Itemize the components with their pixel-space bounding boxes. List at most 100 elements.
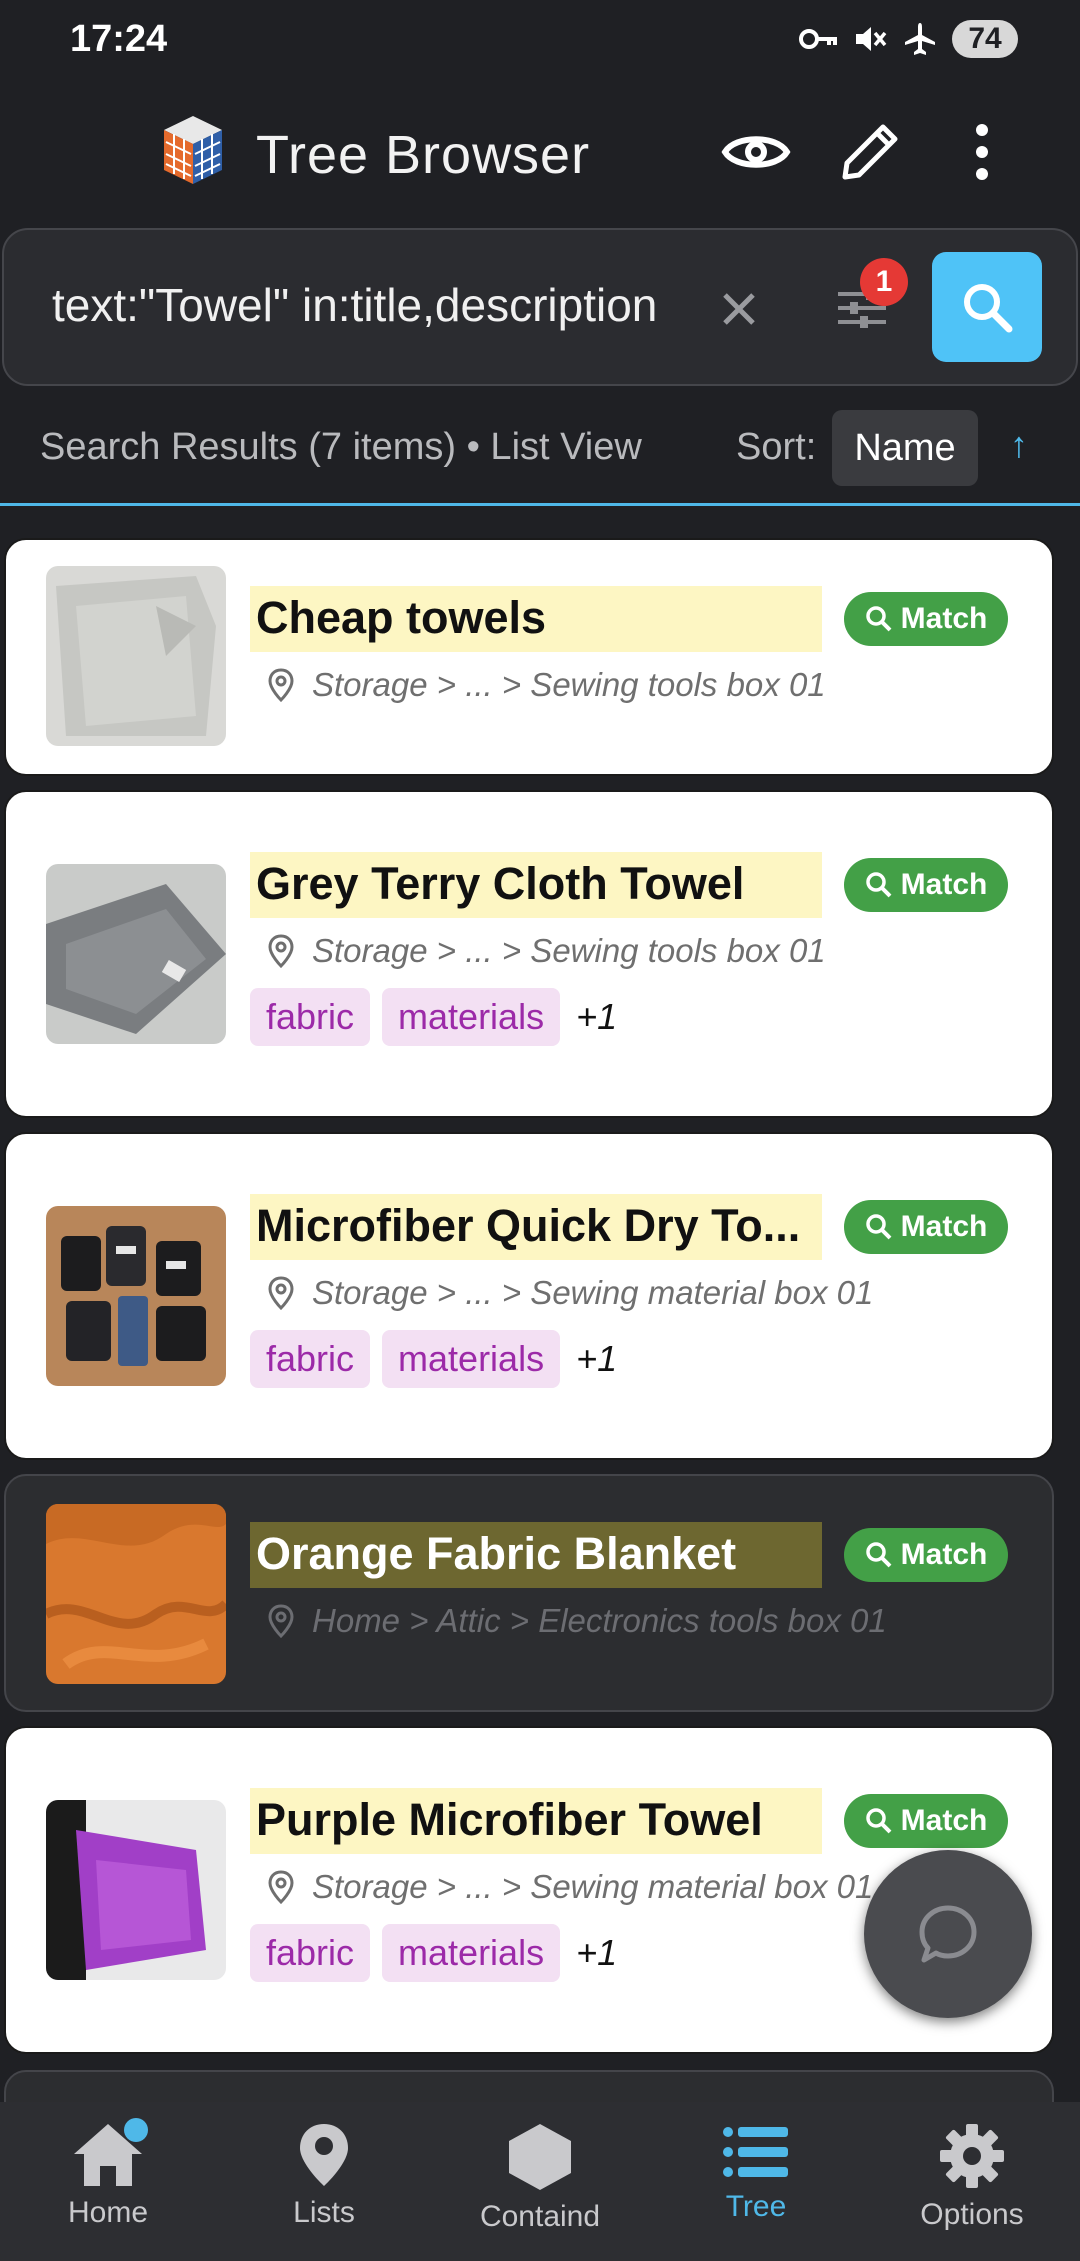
item-path: Home > Attic > Electronics tools box 01 (268, 1602, 887, 1640)
nav-options[interactable]: Options (864, 2102, 1080, 2261)
airplane-mode-icon (905, 23, 935, 55)
result-card[interactable]: Cheap towels Match Storage > ... > Sewin… (4, 538, 1054, 776)
view-button[interactable] (720, 116, 792, 188)
item-title: Cheap towels (250, 586, 822, 652)
location-pin-icon (300, 2124, 348, 2186)
tag-list: fabric materials +1 (250, 1924, 617, 1982)
pencil-icon (842, 124, 898, 180)
item-title: Orange Fabric Blanket (250, 1522, 822, 1588)
nav-label: Options (920, 2198, 1024, 2231)
nav-contained[interactable]: Containd (432, 2102, 648, 2261)
nav-lists[interactable]: Lists (216, 2102, 432, 2261)
location-pin-icon (268, 1276, 294, 1310)
app-title: Tree Browser (256, 125, 591, 185)
match-label: Match (900, 1804, 988, 1837)
match-badge: Match (844, 1794, 1008, 1848)
item-title: Purple Microfiber Towel (250, 1788, 822, 1854)
tag-chip[interactable]: fabric (250, 988, 371, 1046)
match-badge: Match (844, 1200, 1008, 1254)
sort-direction-button[interactable]: ↑ (1010, 424, 1028, 466)
search-icon (865, 1214, 892, 1240)
item-path: Storage > ... > Sewing material box 01 (268, 1274, 873, 1312)
location-pin-icon (268, 1604, 294, 1638)
status-bar: 17:24 74 (0, 0, 1080, 80)
clear-search-button[interactable] (704, 274, 774, 344)
more-vert-icon (976, 124, 988, 180)
nav-label: Tree (725, 2190, 787, 2223)
nav-home[interactable]: Home (0, 2102, 216, 2261)
item-path-text: Storage > ... > Sewing tools box 01 (312, 666, 826, 703)
more-tags-count: +1 (576, 996, 618, 1037)
chat-button[interactable] (864, 1850, 1032, 2018)
battery-indicator: 74 (952, 20, 1018, 58)
list-icon (723, 2127, 788, 2177)
nav-label: Lists (293, 2196, 355, 2229)
filter-count-badge: 1 (860, 258, 908, 306)
tag-chip[interactable]: materials (382, 1924, 561, 1982)
item-path-text: Storage > ... > Sewing material box 01 (312, 1274, 874, 1311)
results-summary: Search Results (7 items) • List View (40, 426, 642, 468)
app-header: Tree Browser (0, 80, 1080, 220)
match-label: Match (900, 602, 988, 635)
item-thumbnail (46, 566, 226, 746)
more-tags-count: +1 (576, 1338, 618, 1379)
nav-label: Home (67, 2196, 149, 2229)
item-thumbnail (46, 1504, 226, 1684)
location-pin-icon (268, 668, 294, 702)
search-query: text:"Towel" in:title,description (52, 279, 658, 331)
more-options-button[interactable] (946, 116, 1018, 188)
result-card[interactable]: Orange Fabric Blanket Match Home > Attic… (4, 1474, 1054, 1712)
item-path: Storage > ... > Sewing material box 01 (268, 1868, 873, 1906)
result-card[interactable]: Grey Terry Cloth Towel Match Storage > .… (4, 790, 1054, 1118)
location-pin-icon (268, 934, 294, 968)
match-badge: Match (844, 858, 1008, 912)
item-thumbnail (46, 864, 226, 1044)
status-icons: 74 (798, 20, 1018, 58)
status-time: 17:24 (70, 18, 168, 60)
tag-chip[interactable]: fabric (250, 1924, 371, 1982)
close-icon (723, 293, 755, 325)
sort-label: Sort: (736, 426, 817, 468)
search-icon (964, 284, 1013, 333)
item-path: Storage > ... > Sewing tools box 01 (268, 932, 826, 970)
result-card[interactable]: Microfiber Quick Dry To... Match Storage… (4, 1132, 1054, 1460)
item-path-text: Storage > ... > Sewing tools box 01 (312, 932, 826, 969)
tag-chip[interactable]: materials (382, 1330, 561, 1388)
edit-button[interactable] (834, 116, 906, 188)
tag-list: fabric materials +1 (250, 988, 617, 1046)
match-label: Match (900, 1538, 988, 1571)
hexagon-icon (509, 2124, 571, 2190)
sort-field-button[interactable]: Name (832, 410, 978, 486)
match-label: Match (900, 1210, 988, 1243)
bottom-nav: Home Lists Containd Tree Options (0, 2102, 1080, 2261)
notification-dot (124, 2118, 148, 2142)
app-logo-icon (164, 116, 222, 184)
vpn-key-icon (799, 29, 837, 49)
search-input[interactable]: text:"Towel" in:title,description (52, 278, 672, 338)
item-title: Grey Terry Cloth Towel (250, 852, 822, 918)
nav-tree[interactable]: Tree (648, 2102, 864, 2261)
search-bar: text:"Towel" in:title,description 1 (2, 228, 1078, 386)
item-path: Storage > ... > Sewing tools box 01 (268, 666, 826, 704)
item-thumbnail (46, 1206, 226, 1386)
chat-bubble-icon (919, 1905, 977, 1963)
results-header: Search Results (7 items) • List View Sor… (0, 396, 1080, 506)
tag-chip[interactable]: fabric (250, 1330, 371, 1388)
search-icon (865, 872, 892, 898)
eye-icon (721, 136, 791, 168)
item-path-text: Storage > ... > Sewing material box 01 (312, 1868, 874, 1905)
search-button[interactable] (932, 252, 1042, 362)
tag-chip[interactable]: materials (382, 988, 561, 1046)
more-tags-count: +1 (576, 1932, 618, 1973)
search-icon (865, 1542, 892, 1568)
item-path-text: Home > Attic > Electronics tools box 01 (312, 1602, 887, 1639)
search-icon (865, 606, 892, 632)
gear-icon (940, 2124, 1004, 2188)
item-thumbnail (46, 1800, 226, 1980)
match-badge: Match (844, 592, 1008, 646)
nav-label: Containd (479, 2200, 601, 2233)
tag-list: fabric materials +1 (250, 1330, 617, 1388)
match-badge: Match (844, 1528, 1008, 1582)
match-label: Match (900, 868, 988, 901)
item-title: Microfiber Quick Dry To... (250, 1194, 822, 1260)
